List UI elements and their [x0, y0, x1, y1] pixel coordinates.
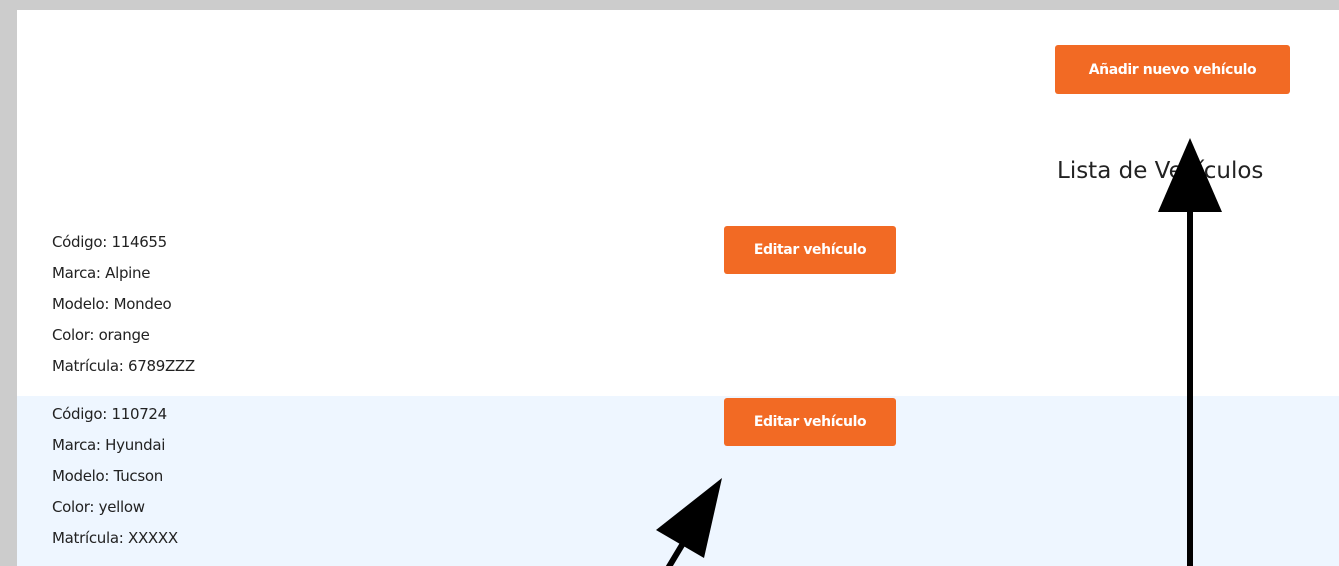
vehicle-color: Color: yellow [52, 498, 145, 516]
vehicle-fields: Código: 110724 Marca: Hyundai Modelo: Tu… [52, 404, 178, 559]
vehicle-matricula: Matrícula: 6789ZZZ [52, 357, 195, 375]
vehicle-codigo: Código: 110724 [52, 405, 167, 423]
vehicle-matricula: Matrícula: XXXXX [52, 529, 178, 547]
vehicle-row: Código: 114655 Marca: Alpine Modelo: Mon… [17, 224, 1339, 396]
page: Añadir nuevo vehículo Lista de Vehículos… [17, 10, 1339, 566]
vehicle-modelo: Modelo: Mondeo [52, 295, 172, 313]
edit-vehicle-button[interactable]: Editar vehículo [724, 226, 896, 274]
vehicle-codigo: Código: 114655 [52, 233, 167, 251]
list-title: Lista de Vehículos [1057, 158, 1264, 184]
vehicle-modelo: Modelo: Tucson [52, 467, 163, 485]
vehicle-marca: Marca: Alpine [52, 264, 151, 282]
vehicle-marca: Marca: Hyundai [52, 436, 166, 454]
vehicle-row: Código: 110724 Marca: Hyundai Modelo: Tu… [17, 396, 1339, 566]
edit-vehicle-button[interactable]: Editar vehículo [724, 398, 896, 446]
vehicle-color: Color: orange [52, 326, 150, 344]
add-vehicle-button[interactable]: Añadir nuevo vehículo [1055, 45, 1290, 94]
vehicle-fields: Código: 114655 Marca: Alpine Modelo: Mon… [52, 232, 195, 387]
